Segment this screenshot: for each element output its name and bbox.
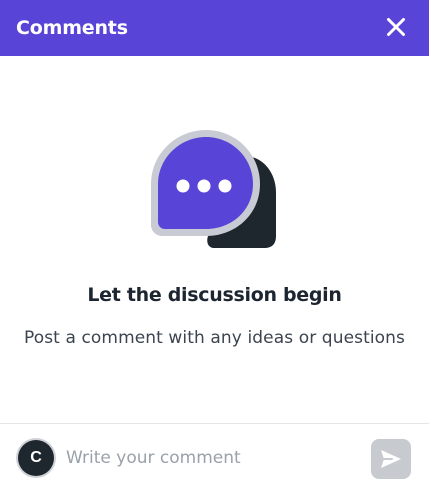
empty-state-subtitle: Post a comment with any ideas or questio… bbox=[23, 328, 406, 348]
chat-bubbles-icon bbox=[151, 130, 276, 248]
close-button[interactable] bbox=[383, 14, 409, 40]
comment-composer: C bbox=[0, 424, 429, 489]
close-icon bbox=[387, 18, 405, 36]
empty-state-title: Let the discussion begin bbox=[87, 284, 342, 306]
panel-header: Comments bbox=[0, 0, 429, 56]
comments-panel: Comments Let the discussion begin Post a… bbox=[0, 0, 429, 489]
panel-title: Comments bbox=[16, 17, 128, 39]
comment-input[interactable] bbox=[66, 444, 356, 472]
send-icon bbox=[381, 450, 401, 468]
avatar[interactable]: C bbox=[18, 440, 54, 476]
send-button[interactable] bbox=[371, 439, 411, 479]
